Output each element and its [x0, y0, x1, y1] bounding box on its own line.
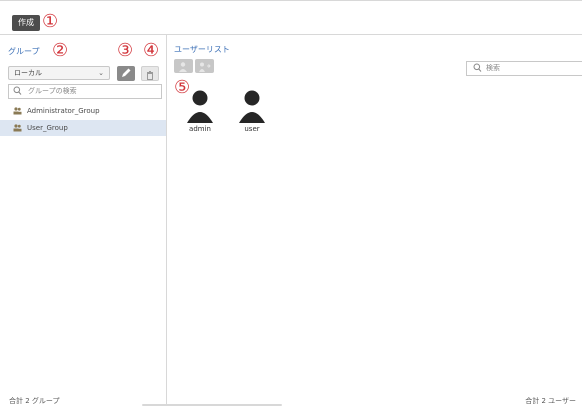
user-search-placeholder: 検索 [486, 64, 500, 72]
group-search-input[interactable]: グループの検索 [8, 84, 162, 99]
add-user-icon [179, 62, 187, 72]
pencil-icon [122, 68, 131, 77]
groups-panel: グループ ② ③ ④ ローカル ⌄ グループの検索 Administrator_… [0, 35, 167, 406]
group-item-user-group[interactable]: User_Group [0, 120, 166, 136]
user-tile-admin[interactable]: admin [180, 87, 220, 137]
group-item-label: User_Group [27, 124, 68, 132]
group-search-placeholder: グループの検索 [28, 87, 77, 95]
group-icon [13, 107, 22, 115]
user-icon [187, 90, 213, 123]
user-count: 合計 2 ユーザー [525, 397, 576, 405]
annotation-marker-4: ④ [143, 40, 160, 61]
search-icon [13, 86, 22, 101]
group-item-administrator[interactable]: Administrator_Group [0, 103, 166, 119]
user-tile-user[interactable]: user [232, 87, 272, 137]
trash-icon [147, 71, 153, 80]
group-type-value: ローカル [14, 69, 42, 77]
create-button[interactable]: 作成 [12, 15, 40, 31]
chevron-down-icon: ⌄ [98, 69, 104, 77]
user-icon [239, 90, 265, 123]
users-panel: ユーザーリスト ⑤ 検索 admin user 合計 2 ユーザー [168, 35, 582, 406]
group-item-label: Administrator_Group [27, 107, 100, 115]
delete-group-button[interactable] [141, 66, 159, 81]
user-name: user [244, 125, 260, 133]
annotation-marker-2: ② [52, 40, 69, 61]
annotation-marker-3: ③ [117, 40, 134, 61]
group-count: 合計 2 グループ [9, 397, 60, 405]
user-name: admin [189, 125, 211, 133]
search-icon [473, 63, 482, 78]
move-user-button[interactable] [195, 59, 214, 73]
move-user-icon [199, 62, 211, 72]
user-search-input[interactable]: 検索 [466, 61, 582, 76]
add-user-button[interactable] [174, 59, 193, 73]
group-type-select[interactable]: ローカル ⌄ [8, 66, 110, 80]
users-title: ユーザーリスト [174, 45, 230, 54]
annotation-marker-1: ① [42, 11, 59, 32]
groups-title: グループ [8, 47, 40, 56]
group-icon [13, 124, 22, 132]
edit-group-button[interactable] [117, 66, 135, 81]
top-toolbar: 作成 ① [0, 0, 582, 35]
